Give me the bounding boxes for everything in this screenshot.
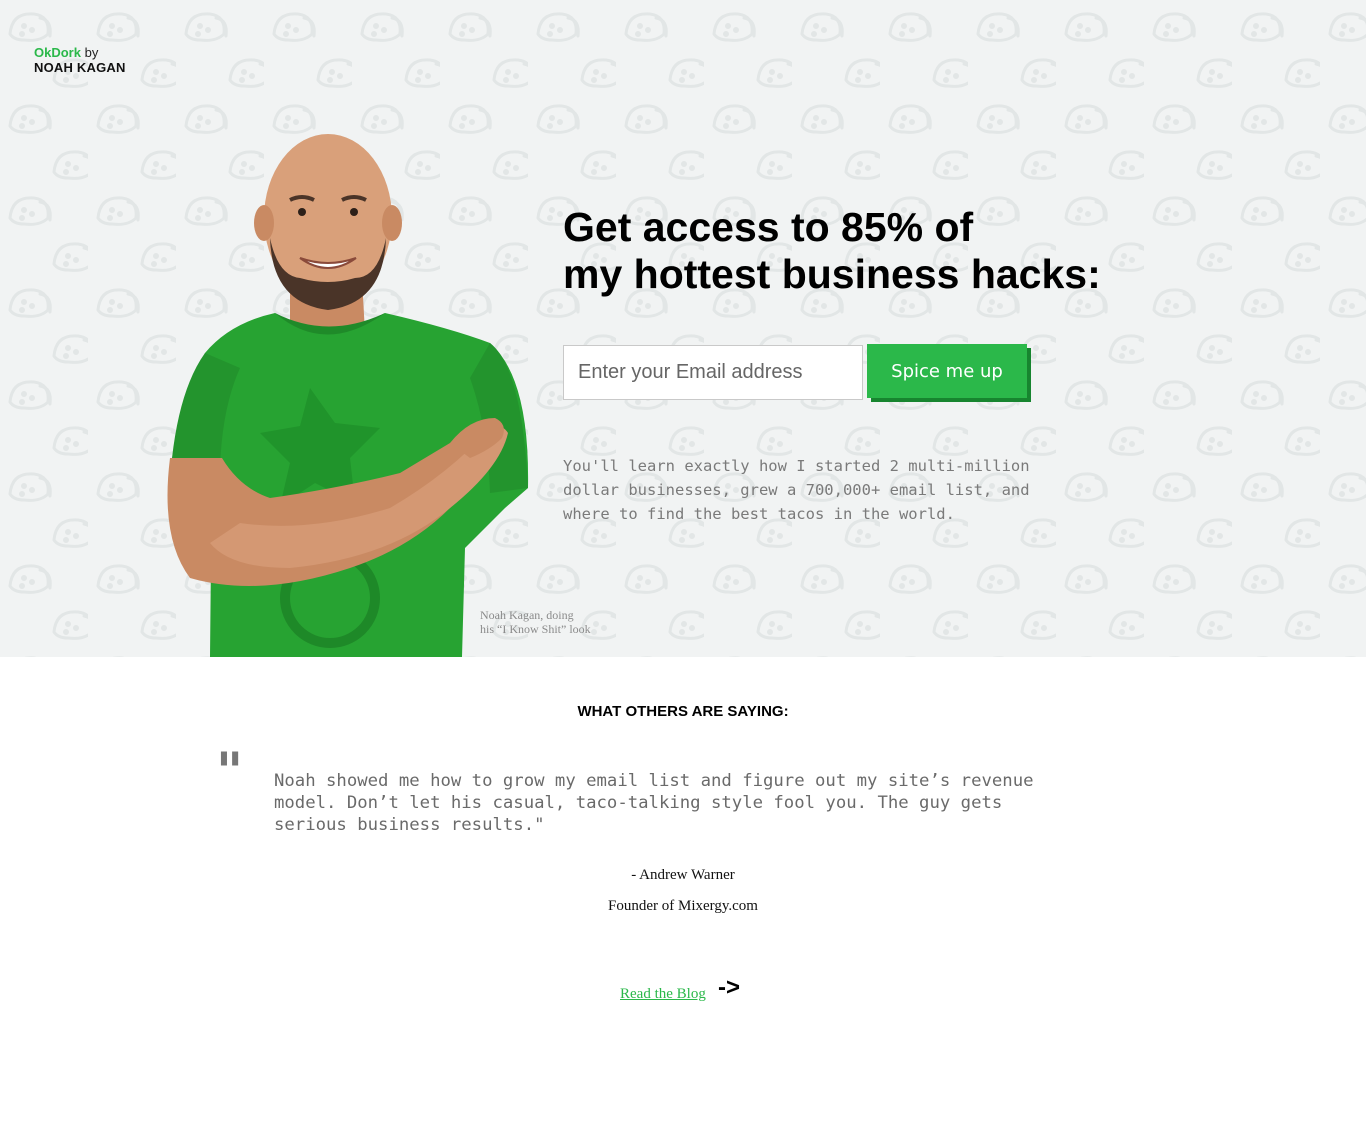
read-the-blog-link[interactable]: Read the Blog (620, 986, 706, 1003)
quote-mark-icon: " (216, 742, 244, 802)
logo-by: by (84, 45, 99, 60)
headline-line-1: Get access to 85% of (563, 204, 974, 250)
hero-headline: Get access to 85% of my hottest business… (563, 204, 1203, 298)
logo-brand: OkDork by (34, 45, 126, 60)
hero-description: You'll learn exactly how I started 2 mul… (563, 457, 1030, 523)
photo-caption: Noah Kagan, doing his “I Know Shit” look (480, 608, 620, 636)
noah-kagan-photo (167, 134, 529, 657)
headline-line-2: my hottest business hacks: (563, 251, 1101, 297)
email-input[interactable] (563, 345, 863, 400)
logo-okdork: OkDork (34, 45, 81, 60)
testimonial-quote: Noah showed me how to grow my email list… (274, 771, 1034, 835)
caption-line-1: Noah Kagan, doing (480, 608, 574, 622)
caption-line-2: his “I Know Shit” look (480, 622, 591, 636)
site-logo[interactable]: OkDork by NOAH KAGAN (34, 45, 126, 75)
testimonials-title: WHAT OTHERS ARE SAYING: (577, 703, 789, 720)
testimonial-author-role: Founder of Mixergy.com (608, 898, 758, 914)
spice-me-up-button[interactable]: Spice me up (867, 344, 1027, 398)
testimonial-author: - Andrew Warner (631, 867, 735, 883)
logo-author-name: NOAH KAGAN (34, 60, 126, 75)
arrow-right-icon: -> (718, 974, 741, 1001)
hero-section: OkDork by NOAH KAGAN Noah Kagan, doing h… (0, 0, 1366, 657)
